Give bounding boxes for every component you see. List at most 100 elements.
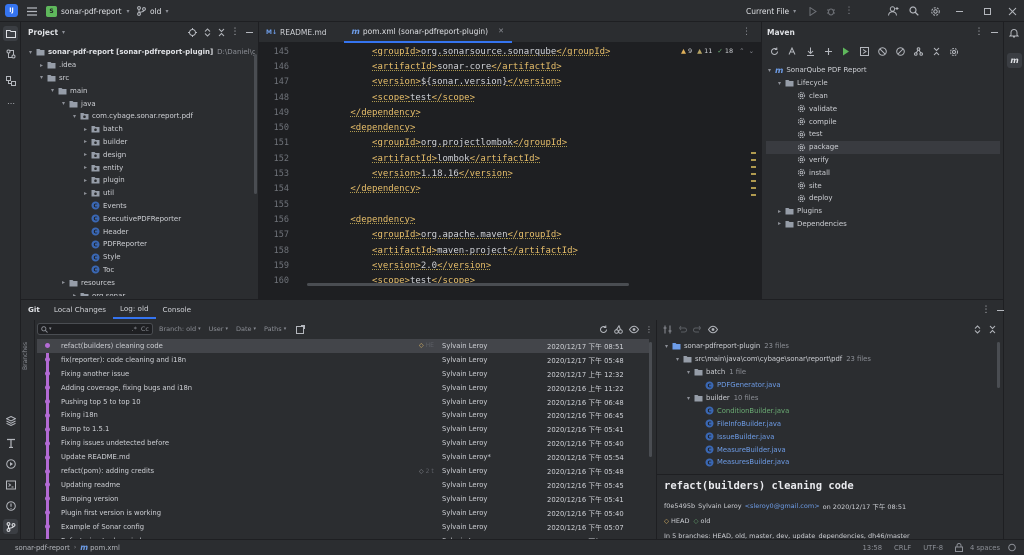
- run-config-widget[interactable]: Current File ▾: [746, 4, 796, 18]
- chevron-down-icon[interactable]: ▾: [27, 49, 34, 56]
- project-tree-node[interactable]: ▾ main: [23, 84, 255, 97]
- line-separator[interactable]: CRLF: [894, 544, 911, 552]
- project-tree-node[interactable]: C PDFReporter: [23, 238, 255, 251]
- log-search-field[interactable]: ▾ .* Cc: [37, 323, 153, 335]
- commit-row[interactable]: Example of Sonar config Sylvain Leroy 2020…: [37, 520, 649, 534]
- close-tab-icon[interactable]: ✕: [498, 27, 504, 35]
- maven-tool-icon[interactable]: m: [1007, 53, 1022, 68]
- project-tree-node[interactable]: ▸ plugin: [23, 174, 255, 187]
- commit-row[interactable]: Fixing another issue Sylvain Leroy 2020/12…: [37, 367, 649, 381]
- build-tool-icon[interactable]: [4, 436, 18, 450]
- run-maven-icon[interactable]: [839, 45, 853, 59]
- branch-filter[interactable]: Branch: old: [159, 325, 196, 333]
- restore-icon[interactable]: [980, 4, 994, 18]
- hide-panel-icon[interactable]: [987, 25, 1001, 39]
- refresh-icon[interactable]: [599, 325, 608, 334]
- changed-file-node[interactable]: ▾ builder 10 files: [661, 392, 996, 405]
- breadcrumb-file[interactable]: pom.xml: [90, 544, 120, 552]
- vcs-branch-widget[interactable]: old ▾: [137, 4, 168, 18]
- commit-row[interactable]: Bump to 1.5.1 Sylvain Leroy 2020/12/16 下午 …: [37, 422, 649, 436]
- download-icon[interactable]: [803, 45, 817, 59]
- maven-goal-validate[interactable]: validate: [766, 102, 1000, 115]
- project-tree-node[interactable]: ▾ sonar-pdf-report [sonar-pdfreport-plugi…: [23, 46, 255, 59]
- user-filter[interactable]: User: [209, 325, 224, 333]
- add-icon[interactable]: [821, 45, 835, 59]
- regex-toggle[interactable]: .*: [132, 325, 137, 333]
- project-tree-node[interactable]: ▾ java: [23, 97, 255, 110]
- details-divider[interactable]: [657, 474, 1004, 475]
- search-icon[interactable]: [907, 4, 921, 18]
- dependencies-node[interactable]: ▸ Dependencies: [766, 218, 1000, 231]
- expand-all-icon[interactable]: [973, 324, 982, 334]
- project-tool-icon[interactable]: [3, 26, 18, 41]
- maven-goal-site[interactable]: site: [766, 179, 1000, 192]
- generate-sources-icon[interactable]: [785, 45, 799, 59]
- chevron-down-icon[interactable]: ⌄: [749, 47, 754, 55]
- project-tree-node[interactable]: ▸ org.sonar: [23, 289, 255, 296]
- changed-file-node[interactable]: ▾ sonar-pdfreport-plugin 23 files: [661, 340, 996, 353]
- project-tree-node[interactable]: C Header: [23, 225, 255, 238]
- main-menu-icon[interactable]: [25, 4, 39, 18]
- changed-file-node[interactable]: C MeasureBuilder.java: [661, 443, 996, 456]
- vcs-status-icon[interactable]: [1008, 543, 1016, 552]
- maven-goal-install[interactable]: install: [766, 166, 1000, 179]
- eye-icon[interactable]: [708, 325, 718, 334]
- chevron-right-icon[interactable]: ▸: [82, 138, 89, 145]
- hide-panel-icon[interactable]: [242, 25, 256, 39]
- commit-row[interactable]: Fixing i18n Sylvain Leroy 2020/12/16 下午 06…: [37, 409, 649, 423]
- chevron-right-icon[interactable]: ▸: [82, 151, 89, 158]
- run-tool-icon[interactable]: [4, 457, 18, 471]
- tab-local-changes[interactable]: Local Changes: [47, 300, 113, 319]
- indent-setting[interactable]: 4 spaces: [970, 544, 1000, 552]
- tab-git[interactable]: Git: [21, 300, 47, 319]
- lock-icon[interactable]: [955, 543, 964, 552]
- maven-goal-clean[interactable]: clean: [766, 90, 1000, 103]
- project-widget[interactable]: S sonar-pdf-report ▾: [46, 4, 130, 18]
- chevron-right-icon[interactable]: ▸: [82, 126, 89, 133]
- tab-readme[interactable]: M↓ README.md: [259, 22, 336, 43]
- changed-file-node[interactable]: C ConditionBuilder.java: [661, 404, 996, 417]
- options-icon[interactable]: ⋮: [979, 303, 993, 317]
- changed-file-node[interactable]: C PDFGenerator.java: [661, 379, 996, 392]
- maven-goal-deploy[interactable]: deploy: [766, 192, 1000, 205]
- more-tools-icon[interactable]: ⋯: [4, 96, 18, 110]
- maven-goal-package[interactable]: package: [766, 140, 1000, 154]
- maven-goal-icon[interactable]: [857, 45, 871, 59]
- revert-icon[interactable]: [678, 325, 687, 334]
- project-tree-node[interactable]: ▸ resources: [23, 276, 255, 289]
- chevron-down-icon[interactable]: ▾: [38, 74, 45, 81]
- project-tree-node[interactable]: C Events: [23, 200, 255, 213]
- commit-row[interactable]: refact(builders) cleaning code ◇HEAD & ol…: [37, 339, 649, 353]
- project-tree-node[interactable]: ▸ batch: [23, 123, 255, 136]
- changed-file-node[interactable]: ▾ src\main\java\com\cybage\sonar\report\p…: [661, 353, 996, 366]
- chevron-right-icon[interactable]: ▸: [38, 62, 45, 69]
- chevron-down-icon[interactable]: ▾: [685, 395, 692, 402]
- options-icon[interactable]: ⋮: [228, 25, 242, 39]
- project-tree-node[interactable]: ▸ entity: [23, 161, 255, 174]
- close-icon[interactable]: [1005, 4, 1019, 18]
- diff-icon[interactable]: [663, 325, 672, 334]
- commit-row[interactable]: Adding coverage, fixing bugs and i18n Syl…: [37, 381, 649, 395]
- commit-row[interactable]: Fixing issues undetected before Sylvain L…: [37, 436, 649, 450]
- add-user-icon[interactable]: [886, 4, 900, 18]
- maven-project-node[interactable]: ▾ m SonarQube PDF Report: [766, 64, 1000, 77]
- commit-row[interactable]: Plugin first version is working Sylvain L…: [37, 506, 649, 520]
- chevron-down-icon[interactable]: ▾: [60, 100, 67, 107]
- commit-hash[interactable]: f0e5495b: [664, 502, 695, 510]
- eye-icon[interactable]: [629, 325, 639, 334]
- git-tool-icon[interactable]: [3, 519, 18, 534]
- redo-icon[interactable]: [693, 325, 702, 334]
- collapse-all-icon[interactable]: [988, 325, 997, 334]
- minimize-icon[interactable]: [952, 4, 966, 18]
- tab-options-icon[interactable]: ⋮: [742, 27, 751, 37]
- locate-icon[interactable]: [185, 25, 199, 39]
- chevron-down-icon[interactable]: ▾: [663, 343, 670, 350]
- paths-filter[interactable]: Paths: [264, 325, 282, 333]
- chevron-right-icon[interactable]: ▸: [60, 279, 67, 286]
- project-tree-node[interactable]: ▾ src: [23, 72, 255, 85]
- hide-panel-icon[interactable]: [993, 303, 1007, 317]
- tab-console[interactable]: Console: [156, 300, 199, 319]
- project-panel-title[interactable]: Project: [28, 28, 58, 37]
- cherry-pick-icon[interactable]: [614, 324, 623, 334]
- case-toggle[interactable]: Cc: [141, 325, 149, 333]
